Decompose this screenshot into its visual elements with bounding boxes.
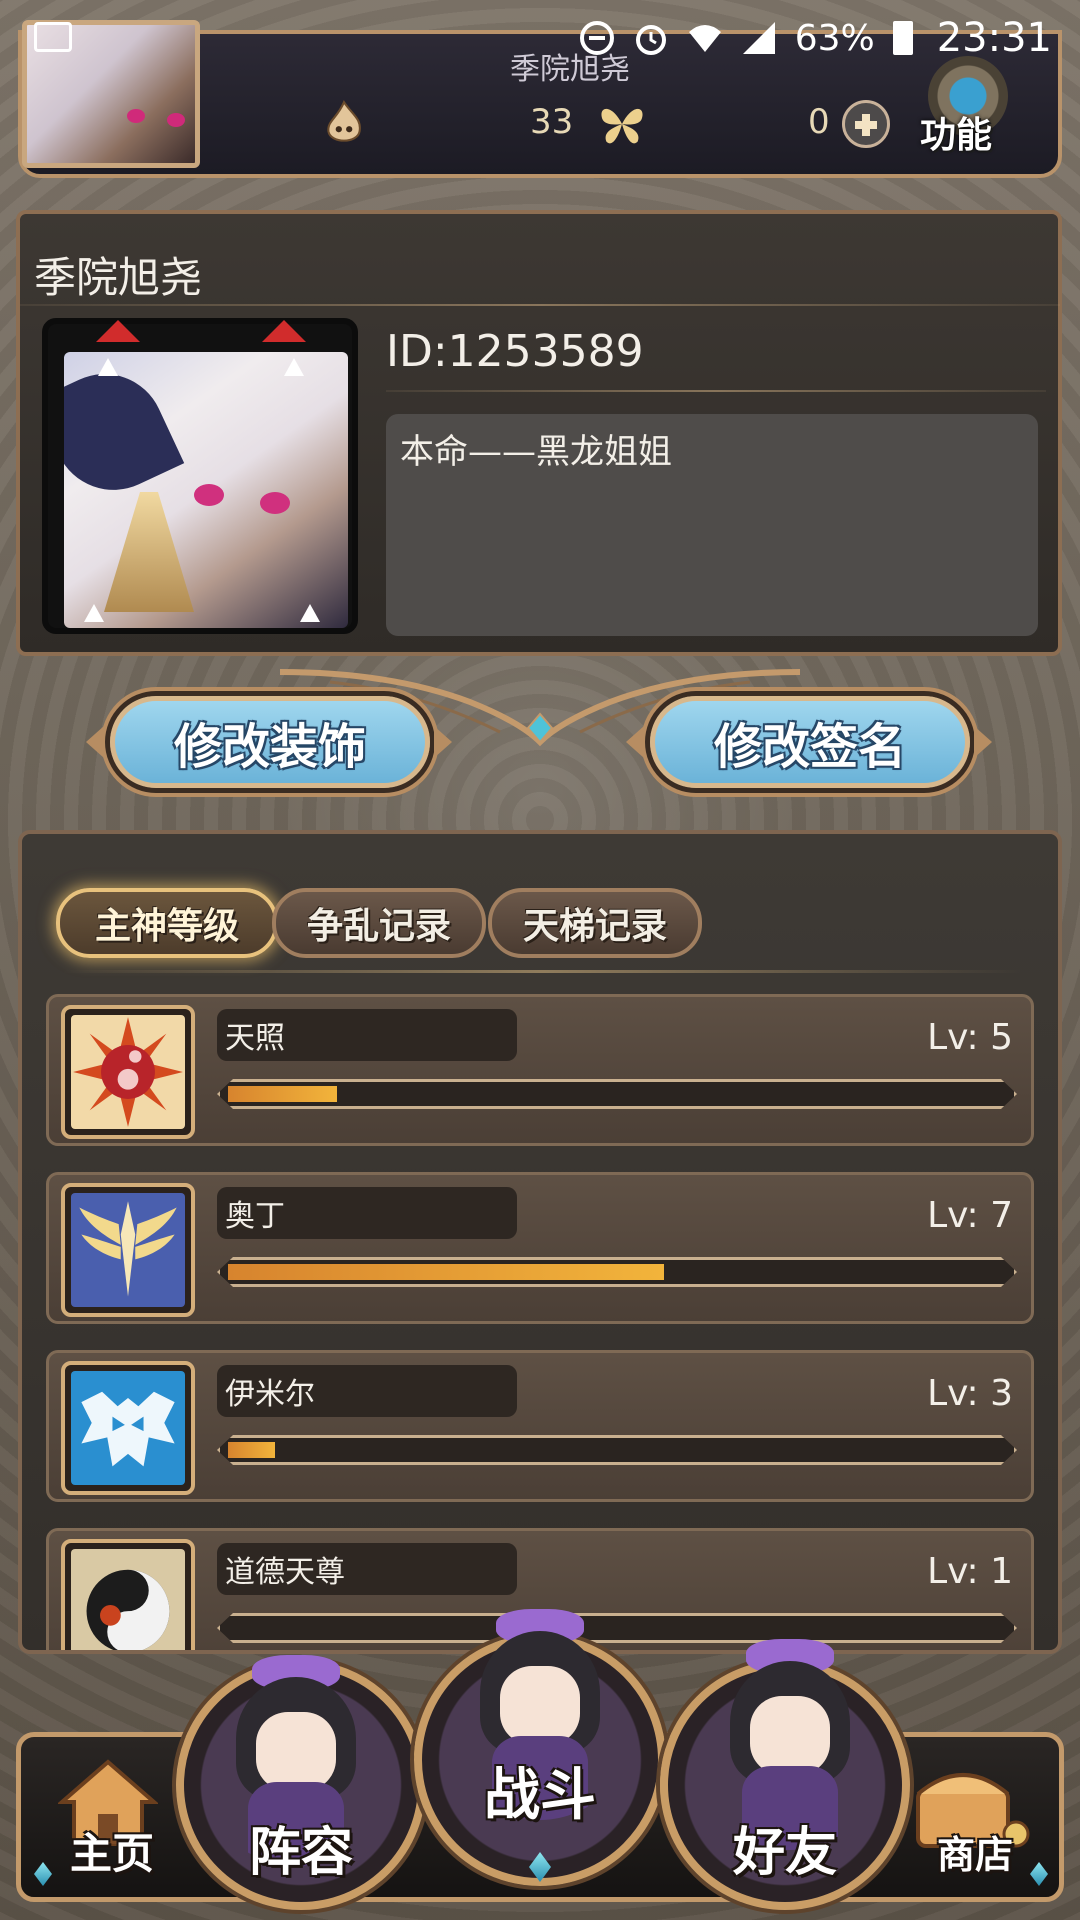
god-progress-bar xyxy=(217,1079,1017,1109)
button-deco xyxy=(86,726,104,758)
battery-icon xyxy=(892,21,913,55)
god-progress-bar xyxy=(217,1257,1017,1287)
god-icon-frame xyxy=(61,1539,195,1650)
god-name: 天照 xyxy=(217,1009,517,1061)
profile-name: 季院旭尧 xyxy=(34,253,203,302)
ice-skull-icon xyxy=(71,1371,185,1485)
wifi-icon xyxy=(688,25,721,52)
dnd-icon xyxy=(579,21,614,55)
tab-conflict-records[interactable]: 争乱记录 xyxy=(272,888,486,958)
god-icon-frame xyxy=(61,1361,195,1495)
god-name: 伊米尔 xyxy=(217,1365,517,1417)
currency-1-value: 33 xyxy=(530,102,574,142)
yin-yang-icon xyxy=(71,1549,185,1650)
player-id: ID:1253589 xyxy=(386,326,644,377)
god-row[interactable]: 奥丁 Lv: 7 xyxy=(46,1172,1034,1324)
god-icon-frame xyxy=(61,1183,195,1317)
profile-avatar[interactable] xyxy=(42,318,358,634)
god-level: Lv: 1 xyxy=(927,1551,1013,1592)
wing-sword-icon xyxy=(71,1193,185,1307)
edit-signature-button[interactable]: 修改签名 xyxy=(650,696,970,788)
god-progress-bar xyxy=(217,1435,1017,1465)
god-name: 奥丁 xyxy=(217,1187,517,1239)
status-bar: 63% 23:31 xyxy=(0,0,1080,76)
add-currency-button[interactable] xyxy=(842,100,890,148)
function-label[interactable]: 功能 xyxy=(920,106,992,158)
god-progress-bar xyxy=(217,1613,1017,1643)
clock: 23:31 xyxy=(936,15,1052,61)
currency-2-value: 0 xyxy=(808,102,830,142)
nav-lineup-label[interactable]: 阵容 xyxy=(226,1810,376,1885)
button-deco xyxy=(626,726,644,758)
records-panel: 主神等级 争乱记录 天梯记录 天照 Lv: 5 奥丁 Lv: 7 伊米尔 Lv:… xyxy=(18,830,1062,1654)
sun-emblem-icon xyxy=(71,1015,185,1129)
button-deco xyxy=(974,726,992,758)
butterfly-currency-icon xyxy=(601,108,643,144)
signature-text: 本命——黑龙姐姐 xyxy=(400,432,672,472)
god-row[interactable]: 伊米尔 Lv: 3 xyxy=(46,1350,1034,1502)
alarm-icon xyxy=(635,25,666,55)
divider xyxy=(386,390,1046,392)
avatar-image xyxy=(64,352,348,628)
edit-decoration-button[interactable]: 修改装饰 xyxy=(110,696,430,788)
battery-percent: 63% xyxy=(794,17,875,59)
image-icon xyxy=(34,22,72,52)
god-level: Lv: 3 xyxy=(927,1373,1013,1414)
nav-friends-label[interactable]: 好友 xyxy=(710,1810,860,1885)
nav-battle-label[interactable]: 战斗 xyxy=(465,1750,615,1831)
flame-currency-icon xyxy=(327,100,361,142)
nav-shop-label[interactable]: 商店 xyxy=(920,1824,1030,1879)
god-level: Lv: 7 xyxy=(927,1195,1013,1236)
god-icon-frame xyxy=(61,1005,195,1139)
tab-ladder-records[interactable]: 天梯记录 xyxy=(488,888,702,958)
signal-icon xyxy=(742,22,775,54)
signature-box: 本命——黑龙姐姐 xyxy=(386,414,1038,636)
god-row[interactable]: 天照 Lv: 5 xyxy=(46,994,1034,1146)
god-name: 道德天尊 xyxy=(217,1543,517,1595)
button-deco xyxy=(434,726,452,758)
bottom-nav: 主页 阵容 战斗 好友 商店 xyxy=(0,1608,1080,1920)
god-level: Lv: 5 xyxy=(927,1017,1013,1058)
tab-divider xyxy=(62,970,1022,973)
divider xyxy=(20,304,1060,306)
profile-panel: 季院旭尧 ID:1253589 本命——黑龙姐姐 xyxy=(16,210,1062,656)
tab-god-level[interactable]: 主神等级 xyxy=(56,888,278,958)
nav-home-label[interactable]: 主页 xyxy=(62,1820,162,1881)
